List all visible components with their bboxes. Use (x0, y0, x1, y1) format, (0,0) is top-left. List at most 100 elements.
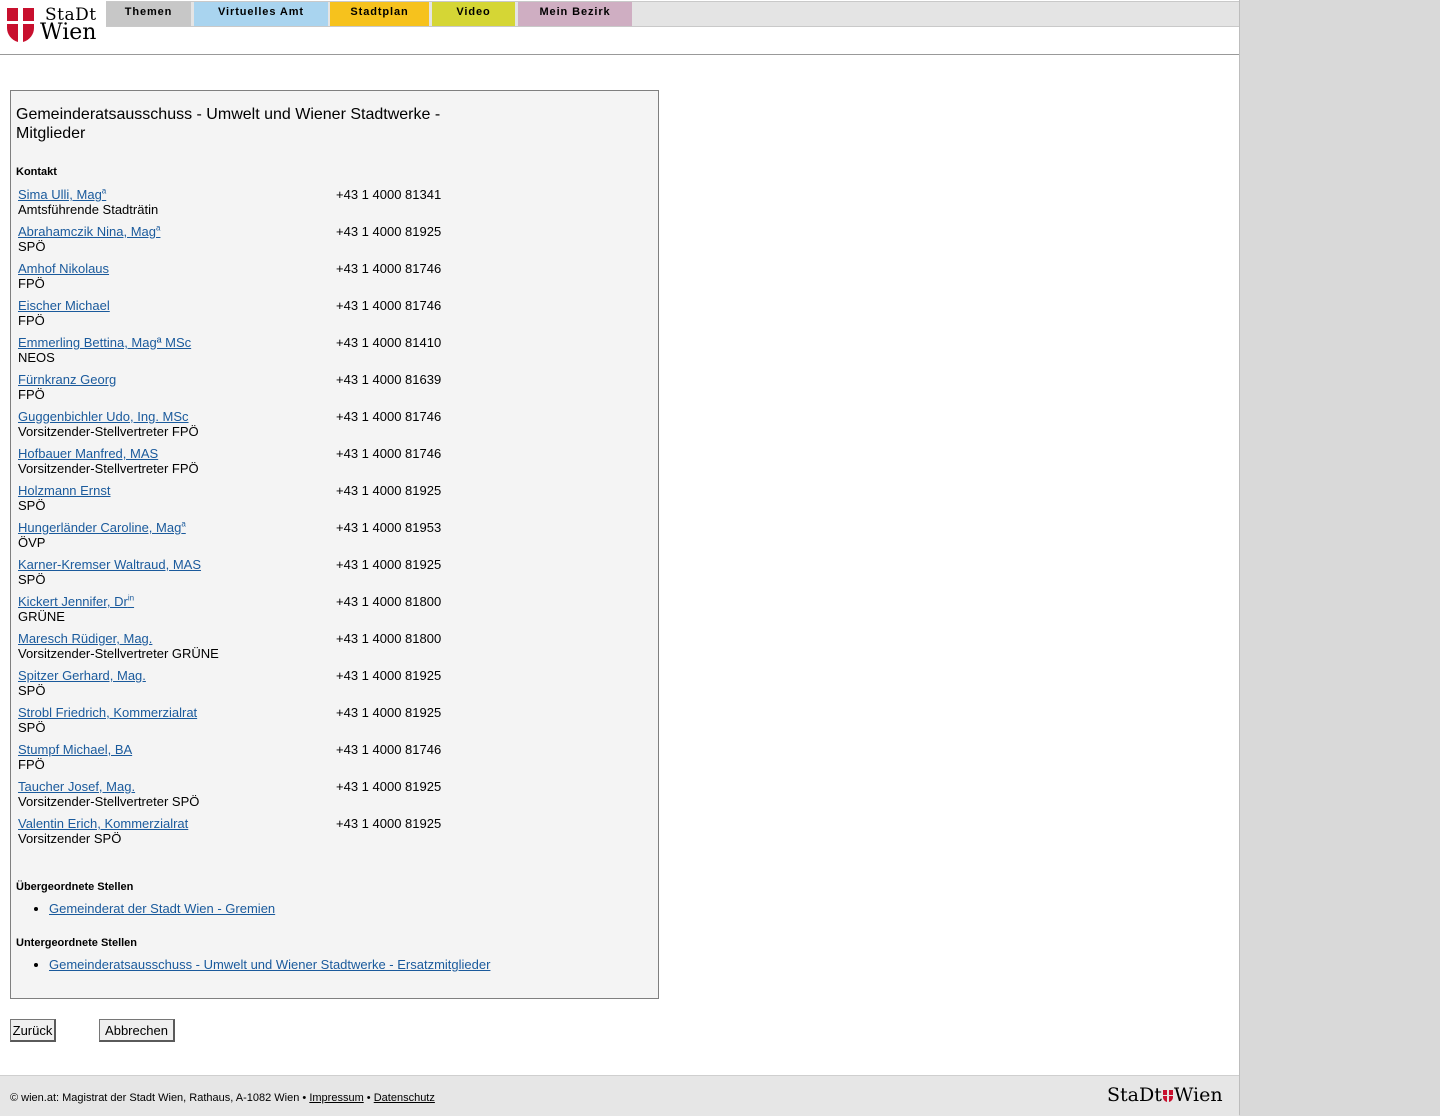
member-role: Vorsitzender-Stellvertreter FPÖ (18, 424, 199, 439)
member-name: Hofbauer Manfred, MAS (18, 446, 159, 461)
impressum-link[interactable]: Impressum (309, 1092, 363, 1104)
member-name-link[interactable]: Sima Ulli, Maga (18, 187, 106, 202)
cancel-button[interactable]: Abbrechen (99, 1019, 175, 1042)
member-role: SPÖ (18, 720, 46, 735)
member-name: Taucher Josef, Mag. (18, 779, 136, 794)
member-name-link[interactable]: Spitzer Gerhard, Mag. (18, 668, 146, 683)
nav-tab-mein-bezirk[interactable]: Mein Bezirk (518, 2, 632, 26)
member-name: Guggenbichler Udo, Ing. MSc (18, 409, 189, 424)
footer-logo-stadt: StaDt (1107, 1084, 1162, 1106)
member-name-link[interactable]: Emmerling Bettina, Magª MSc (18, 335, 191, 350)
member-role: Vorsitzender-Stellvertreter FPÖ (18, 461, 199, 476)
member-role: SPÖ (18, 239, 46, 254)
member-phone: +43 1 4000 81410 (336, 335, 442, 350)
member-name: Holzmann Ernst (18, 483, 111, 498)
member-phone: +43 1 4000 81925 (336, 483, 442, 498)
member-phone: +43 1 4000 81800 (336, 594, 442, 609)
footer-logo[interactable]: StaDt Wien (1107, 1084, 1223, 1106)
link-gemeinderat-gremien[interactable]: Gemeinderat der Stadt Wien - Gremien (49, 901, 275, 916)
table-row: Hofbauer Manfred, MAS Vorsitzender-Stellv… (18, 446, 518, 483)
member-name-link[interactable]: Kickert Jennifer, Drin (18, 594, 134, 609)
member-phone: +43 1 4000 81746 (336, 409, 442, 424)
table-row: Strobl Friedrich, Kommerzialrat SPÖ +43 1 … (18, 705, 518, 742)
member-name: Maresch Rüdiger, Mag. (18, 631, 153, 646)
member-name: Amhof Nikolaus (18, 261, 110, 276)
nav-tab-video[interactable]: Video (432, 2, 515, 26)
member-name: Eischer Michael (18, 298, 110, 313)
table-row: Taucher Josef, Mag. Vorsitzender-Stellver… (18, 779, 518, 816)
member-name-suffix: a (181, 519, 186, 529)
table-row: Fürnkranz Georg FPÖ +43 1 4000 81639 (18, 372, 518, 409)
table-row: Eischer Michael FPÖ +43 1 4000 81746 (18, 298, 518, 335)
member-role: Vorsitzender-Stellvertreter SPÖ (18, 794, 200, 809)
page-title: Gemeinderatsausschuss - Umwelt und Wiene… (16, 106, 441, 142)
link-ersatzmitglieder[interactable]: Gemeinderatsausschuss - Umwelt und Wiene… (49, 957, 490, 972)
member-name-link[interactable]: Strobl Friedrich, Kommerzialrat (18, 705, 197, 720)
member-name-link[interactable]: Guggenbichler Udo, Ing. MSc (18, 409, 189, 424)
member-role: FPÖ (18, 387, 45, 402)
member-name-link[interactable]: Abrahamczik Nina, Maga (18, 224, 160, 239)
parent-units-list: Gemeinderat der Stadt Wien - Gremien (11, 901, 275, 916)
member-phone: +43 1 4000 81925 (336, 557, 442, 572)
member-name: Emmerling Bettina, Magª MSc (18, 335, 192, 350)
table-row: Abrahamczik Nina, Maga SPÖ +43 1 4000 8192… (18, 224, 518, 261)
member-phone: +43 1 4000 81925 (336, 224, 442, 239)
member-name: Spitzer Gerhard, Mag. (18, 668, 146, 683)
footer-text: © wien.at: Magistrat der Stadt Wien, Rat… (10, 1092, 435, 1104)
member-name: Kickert Jennifer, Dr (18, 594, 128, 609)
nav-tab-stadtplan[interactable]: Stadtplan (330, 2, 429, 26)
member-role: NEOS (18, 350, 55, 365)
member-name: Karner-Kremser Waltraud, MAS (18, 557, 202, 572)
table-row: Sima Ulli, Maga Amtsführende Stadträtin +4… (18, 187, 518, 224)
member-name-link[interactable]: Taucher Josef, Mag. (18, 779, 135, 794)
member-phone: +43 1 4000 81639 (336, 372, 442, 387)
member-role: SPÖ (18, 683, 46, 698)
member-name-link[interactable]: Holzmann Ernst (18, 483, 110, 498)
table-row: Valentin Erich, Kommerzialrat Vorsitzende… (18, 816, 518, 853)
member-role: FPÖ (18, 757, 45, 772)
back-button[interactable]: Zurück (10, 1019, 56, 1042)
datenschutz-link[interactable]: Datenschutz (374, 1092, 435, 1104)
member-role: Vorsitzender SPÖ (18, 831, 122, 846)
nav-tab-themen[interactable]: Themen (106, 2, 191, 26)
member-name-link[interactable]: Valentin Erich, Kommerzialrat (18, 816, 188, 831)
member-name-link[interactable]: Karner-Kremser Waltraud, MAS (18, 557, 201, 572)
member-role: FPÖ (18, 276, 45, 291)
member-list: Sima Ulli, Maga Amtsführende Stadträtin +4… (18, 187, 518, 853)
wien-shield-icon (1162, 1090, 1173, 1102)
member-name-link[interactable]: Amhof Nikolaus (18, 261, 109, 276)
member-role: GRÜNE (18, 609, 65, 624)
member-name-link[interactable]: Hungerländer Caroline, Maga (18, 520, 186, 535)
member-phone: +43 1 4000 81746 (336, 261, 442, 276)
table-row: Kickert Jennifer, Drin GRÜNE +43 1 4000 81… (18, 594, 518, 631)
table-row: Amhof Nikolaus FPÖ +43 1 4000 81746 (18, 261, 518, 298)
list-item: Gemeinderatsausschuss - Umwelt und Wiene… (49, 957, 490, 972)
logo-text-wien: Wien (40, 20, 97, 45)
member-name-link[interactable]: Fürnkranz Georg (18, 372, 116, 387)
member-role: FPÖ (18, 313, 45, 328)
member-name-link[interactable]: Eischer Michael (18, 298, 110, 313)
table-row: Holzmann Ernst SPÖ +43 1 4000 81925 (18, 483, 518, 520)
page: StaDt Wien Themen Virtuelles Amt Stadtpl… (0, 0, 1240, 1116)
table-row: Karner-Kremser Waltraud, MAS SPÖ +43 1 400… (18, 557, 518, 594)
member-name-suffix: a (101, 186, 107, 196)
table-row: Maresch Rüdiger, Mag. Vorsitzender-Stellv… (18, 631, 518, 668)
member-name-link[interactable]: Maresch Rüdiger, Mag. (18, 631, 152, 646)
member-name-suffix: a (156, 223, 161, 233)
member-role: ÖVP (18, 535, 46, 550)
member-name: Hungerländer Caroline, Mag (18, 520, 182, 535)
member-phone: +43 1 4000 81746 (336, 446, 442, 461)
site-footer: © wien.at: Magistrat der Stadt Wien, Rat… (0, 1075, 1239, 1116)
parent-units-heading: Übergeordnete Stellen (16, 881, 134, 893)
footer-logo-wien: Wien (1173, 1084, 1223, 1106)
member-name: Fürnkranz Georg (18, 372, 117, 387)
member-role: Amtsführende Stadträtin (18, 202, 159, 217)
nav-tab-virtuelles-amt[interactable]: Virtuelles Amt (194, 2, 328, 26)
footer-copyright: © wien.at: Magistrat der Stadt Wien, Rat… (10, 1092, 307, 1104)
member-name-link[interactable]: Stumpf Michael, BA (18, 742, 132, 757)
member-name-link[interactable]: Hofbauer Manfred, MAS (18, 446, 158, 461)
stadt-wien-logo[interactable]: StaDt Wien (7, 4, 102, 46)
member-phone: +43 1 4000 81953 (336, 520, 442, 535)
wien-shield-icon (7, 8, 34, 42)
member-phone: +43 1 4000 81746 (336, 742, 442, 757)
